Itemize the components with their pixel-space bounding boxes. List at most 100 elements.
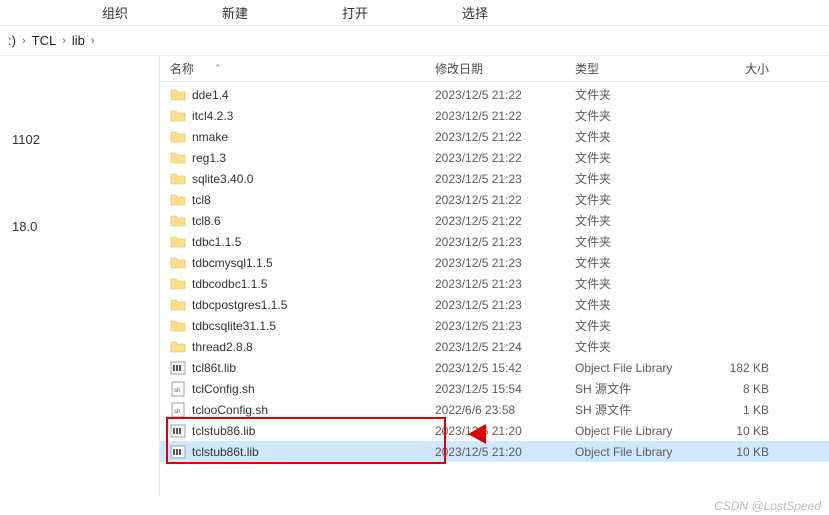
shell-file-icon: sh <box>170 402 186 418</box>
svg-text:sh: sh <box>174 409 180 415</box>
file-name: dde1.4 <box>192 88 229 102</box>
file-type: 文件夹 <box>575 275 705 292</box>
file-row[interactable]: dde1.42023/12/5 21:22文件夹 <box>160 84 829 105</box>
file-row[interactable]: tcl8 2023/12/5 21:22文件夹 <box>160 189 829 210</box>
file-date: 2023/12/5 21:23 <box>435 235 575 249</box>
file-row[interactable]: tclstub86t.lib2023/12/5 21:20Object File… <box>160 441 829 462</box>
library-file-icon <box>170 444 186 460</box>
file-date: 2023/12/5 15:42 <box>435 361 575 375</box>
file-date: 2023/12/5 21:22 <box>435 193 575 207</box>
file-row[interactable]: tclstub86.lib2023/12/5 21:20Object File … <box>160 420 829 441</box>
file-type: 文件夹 <box>575 296 705 313</box>
file-size: 8 KB <box>705 382 775 396</box>
file-row[interactable]: tdbcodbc1.1.52023/12/5 21:23文件夹 <box>160 273 829 294</box>
file-row[interactable]: tcl86t.lib2023/12/5 15:42Object File Lib… <box>160 357 829 378</box>
chevron-right-icon: › <box>22 35 26 47</box>
file-date: 2023/12/5 21:22 <box>435 151 575 165</box>
file-date: 2023/12/5 21:22 <box>435 214 575 228</box>
folder-icon <box>170 339 186 355</box>
library-file-icon <box>170 423 186 439</box>
file-date: 2023/12/5 21:22 <box>435 109 575 123</box>
column-header-date[interactable]: 修改日期 <box>435 60 575 77</box>
folder-icon <box>170 255 186 271</box>
file-row[interactable]: tdbcmysql1.1.5 2023/12/5 21:23文件夹 <box>160 252 829 273</box>
breadcrumb-seg[interactable]: TCL <box>32 33 57 48</box>
file-date: 2022/6/6 23:58 <box>435 403 575 417</box>
column-header-name[interactable]: 名称 ⌃ <box>170 60 435 77</box>
chevron-right-icon: › <box>91 35 95 47</box>
column-header-size[interactable]: 大小 <box>705 60 775 77</box>
file-date: 2023/12/5 21:22 <box>435 88 575 102</box>
file-date: 2023/12/5 21:20 <box>435 424 575 438</box>
file-date: 2023/12/5 21:23 <box>435 256 575 270</box>
file-name: tdbc1.1.5 <box>192 235 241 249</box>
folder-icon <box>170 318 186 334</box>
file-row[interactable]: tdbcpostgres1.1.5 2023/12/5 21:23文件夹 <box>160 294 829 315</box>
file-row[interactable]: shtclooConfig.sh2022/6/6 23:58SH 源文件1 KB <box>160 399 829 420</box>
file-type: Object File Library <box>575 424 705 438</box>
folder-icon <box>170 192 186 208</box>
tab-select[interactable]: 选择 <box>415 3 535 22</box>
file-size: 1 KB <box>705 403 775 417</box>
file-type: 文件夹 <box>575 149 705 166</box>
column-header-label: 名称 <box>170 60 194 77</box>
file-date: 2023/12/5 21:22 <box>435 130 575 144</box>
breadcrumb[interactable]: :) › TCL › lib › <box>0 26 829 56</box>
breadcrumb-seg[interactable]: :) <box>8 33 16 48</box>
file-size: 10 KB <box>705 424 775 438</box>
file-listing: 名称 ⌃ 修改日期 类型 大小 dde1.42023/12/5 21:22文件夹… <box>160 56 829 497</box>
file-name: sqlite3.40.0 <box>192 172 253 186</box>
file-name: tcl8 <box>192 193 211 207</box>
file-date: 2023/12/5 21:23 <box>435 319 575 333</box>
sidebar-item[interactable]: 1102 <box>0 126 159 153</box>
sort-indicator-icon: ⌃ <box>214 63 222 74</box>
file-date: 2023/12/5 21:23 <box>435 172 575 186</box>
file-type: Object File Library <box>575 445 705 459</box>
tab-new[interactable]: 新建 <box>175 3 295 22</box>
folder-icon <box>170 234 186 250</box>
tab-open[interactable]: 打开 <box>295 3 415 22</box>
folder-icon <box>170 276 186 292</box>
file-name: tdbcmysql1.1.5 <box>192 256 273 270</box>
file-name: tcl8.6 <box>192 214 221 228</box>
file-date: 2023/12/5 15:54 <box>435 382 575 396</box>
folder-icon <box>170 129 186 145</box>
file-name: nmake <box>192 130 228 144</box>
file-size: 10 KB <box>705 445 775 459</box>
file-date: 2023/12/5 21:23 <box>435 298 575 312</box>
file-name: itcl4.2.3 <box>192 109 233 123</box>
file-name: tcl86t.lib <box>192 361 236 375</box>
svg-text:sh: sh <box>174 388 180 394</box>
folder-icon <box>170 150 186 166</box>
folder-icon <box>170 171 186 187</box>
file-name: tdbcodbc1.1.5 <box>192 277 267 291</box>
file-name: reg1.3 <box>192 151 226 165</box>
file-type: 文件夹 <box>575 254 705 271</box>
file-row[interactable]: nmake 2023/12/5 21:22文件夹 <box>160 126 829 147</box>
file-row[interactable]: reg1.3 2023/12/5 21:22文件夹 <box>160 147 829 168</box>
file-date: 2023/12/5 21:24 <box>435 340 575 354</box>
file-name: tdbcpostgres1.1.5 <box>192 298 287 312</box>
file-row[interactable]: sqlite3.40.02023/12/5 21:23文件夹 <box>160 168 829 189</box>
file-type: SH 源文件 <box>575 401 705 418</box>
file-type: 文件夹 <box>575 338 705 355</box>
file-name: tdbcsqlite31.1.5 <box>192 319 276 333</box>
column-header-type[interactable]: 类型 <box>575 60 705 77</box>
file-row[interactable]: itcl4.2.32023/12/5 21:22文件夹 <box>160 105 829 126</box>
tab-organize[interactable]: 组织 <box>55 3 175 22</box>
file-row[interactable]: tdbc1.1.52023/12/5 21:23文件夹 <box>160 231 829 252</box>
file-type: 文件夹 <box>575 191 705 208</box>
file-type: 文件夹 <box>575 128 705 145</box>
folder-icon <box>170 213 186 229</box>
file-row[interactable]: thread2.8.82023/12/5 21:24文件夹 <box>160 336 829 357</box>
file-row[interactable]: tcl8.62023/12/5 21:22文件夹 <box>160 210 829 231</box>
breadcrumb-seg[interactable]: lib <box>72 33 85 48</box>
sidebar-item[interactable]: 18.0 <box>0 213 159 240</box>
file-row[interactable]: shtclConfig.sh2023/12/5 15:54SH 源文件8 KB <box>160 378 829 399</box>
shell-file-icon: sh <box>170 381 186 397</box>
file-row[interactable]: tdbcsqlite31.1.52023/12/5 21:23文件夹 <box>160 315 829 336</box>
file-type: SH 源文件 <box>575 380 705 397</box>
ribbon-tabs: 组织 新建 打开 选择 <box>0 0 829 26</box>
file-date: 2023/12/5 21:20 <box>435 445 575 459</box>
folder-icon <box>170 87 186 103</box>
